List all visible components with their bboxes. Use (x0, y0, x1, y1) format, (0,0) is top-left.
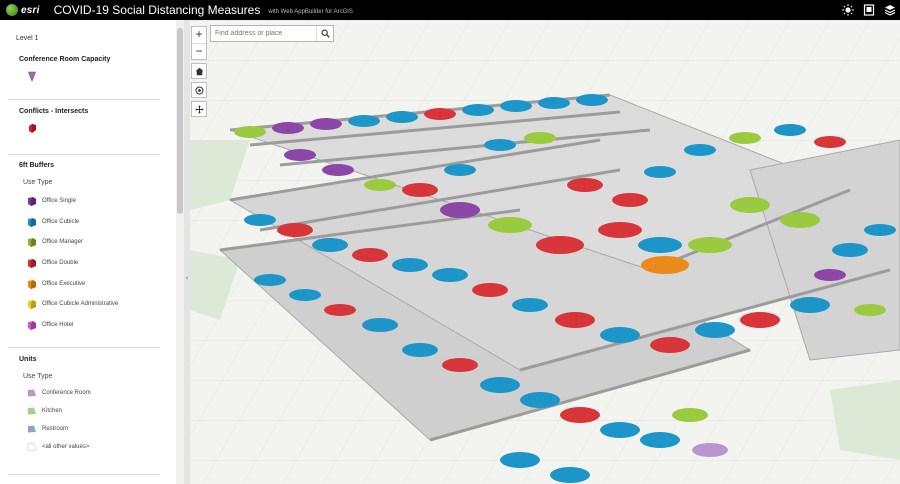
conflicts-title: Conflicts - Intersects (19, 108, 89, 115)
unit-swatch-icon (28, 425, 36, 433)
divider (8, 154, 160, 155)
units-title: Units (19, 356, 37, 363)
legend-item: Office Hotel (27, 319, 73, 331)
conflicts-swatch (27, 122, 37, 134)
navigation-toggle-button[interactable] (191, 101, 207, 117)
search-input[interactable] (211, 26, 317, 41)
legend-item: Restroom (27, 423, 68, 435)
buffer-swatch-icon (28, 320, 36, 330)
divider (8, 347, 160, 348)
layer-list-icon[interactable] (863, 4, 875, 16)
legend-panel: Level 1 Conference Room Capacity Conflic… (0, 20, 176, 484)
legend-item: Conference Room (27, 387, 91, 399)
zoom-out-button[interactable]: − (192, 43, 206, 59)
buffer-swatch-icon (28, 217, 36, 227)
zoom-control: + − (191, 26, 207, 60)
locate-button[interactable] (191, 82, 207, 98)
search-widget (210, 25, 334, 42)
buffers-title: 6ft Buffers (19, 162, 55, 169)
unit-swatch-icon (28, 407, 36, 415)
home-button[interactable] (191, 63, 207, 79)
buffer-swatch-icon (28, 237, 36, 247)
triangle-marker-icon (28, 71, 36, 82)
app-title: COVID-19 Social Distancing Measures (53, 3, 261, 17)
divider (8, 99, 160, 100)
app-subtitle: with Web AppBuilder for ArcGIS (268, 8, 353, 15)
app-header: esri COVID-19 Social Distancing Measures… (0, 0, 900, 20)
conflict-shape-icon (29, 123, 36, 133)
navigation-icon (194, 104, 204, 114)
esri-globe-icon (6, 4, 18, 16)
legend-item: Office Single (27, 195, 76, 207)
legend-scrollbar[interactable] (176, 20, 184, 484)
scrollbar-thumb[interactable] (177, 28, 183, 214)
search-button[interactable] (316, 26, 333, 41)
buffer-swatch-icon (28, 258, 36, 268)
unit-swatch-icon (27, 443, 37, 451)
scene-view[interactable] (190, 20, 900, 484)
locate-icon (195, 86, 203, 94)
buffer-swatch-icon (28, 279, 36, 289)
buffers-use-type: Use Type (23, 179, 53, 186)
basemap-icon[interactable] (884, 4, 896, 16)
legend-item: <all other values> (27, 441, 89, 453)
level-label: Level 1 (16, 35, 39, 42)
conference-capacity-swatch (27, 70, 37, 82)
conference-capacity-title: Conference Room Capacity (19, 56, 111, 63)
daylight-icon[interactable] (842, 4, 854, 16)
logo-text: esri (21, 4, 40, 16)
legend-item: Office Double (27, 257, 78, 269)
legend-item: Office Cubicle Administrative (27, 298, 118, 310)
scene-canvas[interactable] (190, 20, 900, 484)
units-use-type: Use Type (23, 373, 53, 380)
buffer-swatch-icon (28, 196, 36, 206)
unit-swatch-icon (28, 389, 36, 397)
header-toolbar (842, 0, 896, 20)
legend-item: Office Executive (27, 278, 85, 290)
legend-item: Office Manager (27, 236, 83, 248)
buffer-swatch-icon (28, 299, 36, 309)
legend-item: Office Cubicle (27, 216, 79, 228)
divider (8, 474, 160, 475)
search-icon (321, 29, 330, 38)
esri-logo: esri (6, 0, 40, 20)
zoom-in-button[interactable]: + (192, 27, 206, 43)
legend-item: Kitchen (27, 405, 62, 417)
home-icon (195, 67, 203, 75)
